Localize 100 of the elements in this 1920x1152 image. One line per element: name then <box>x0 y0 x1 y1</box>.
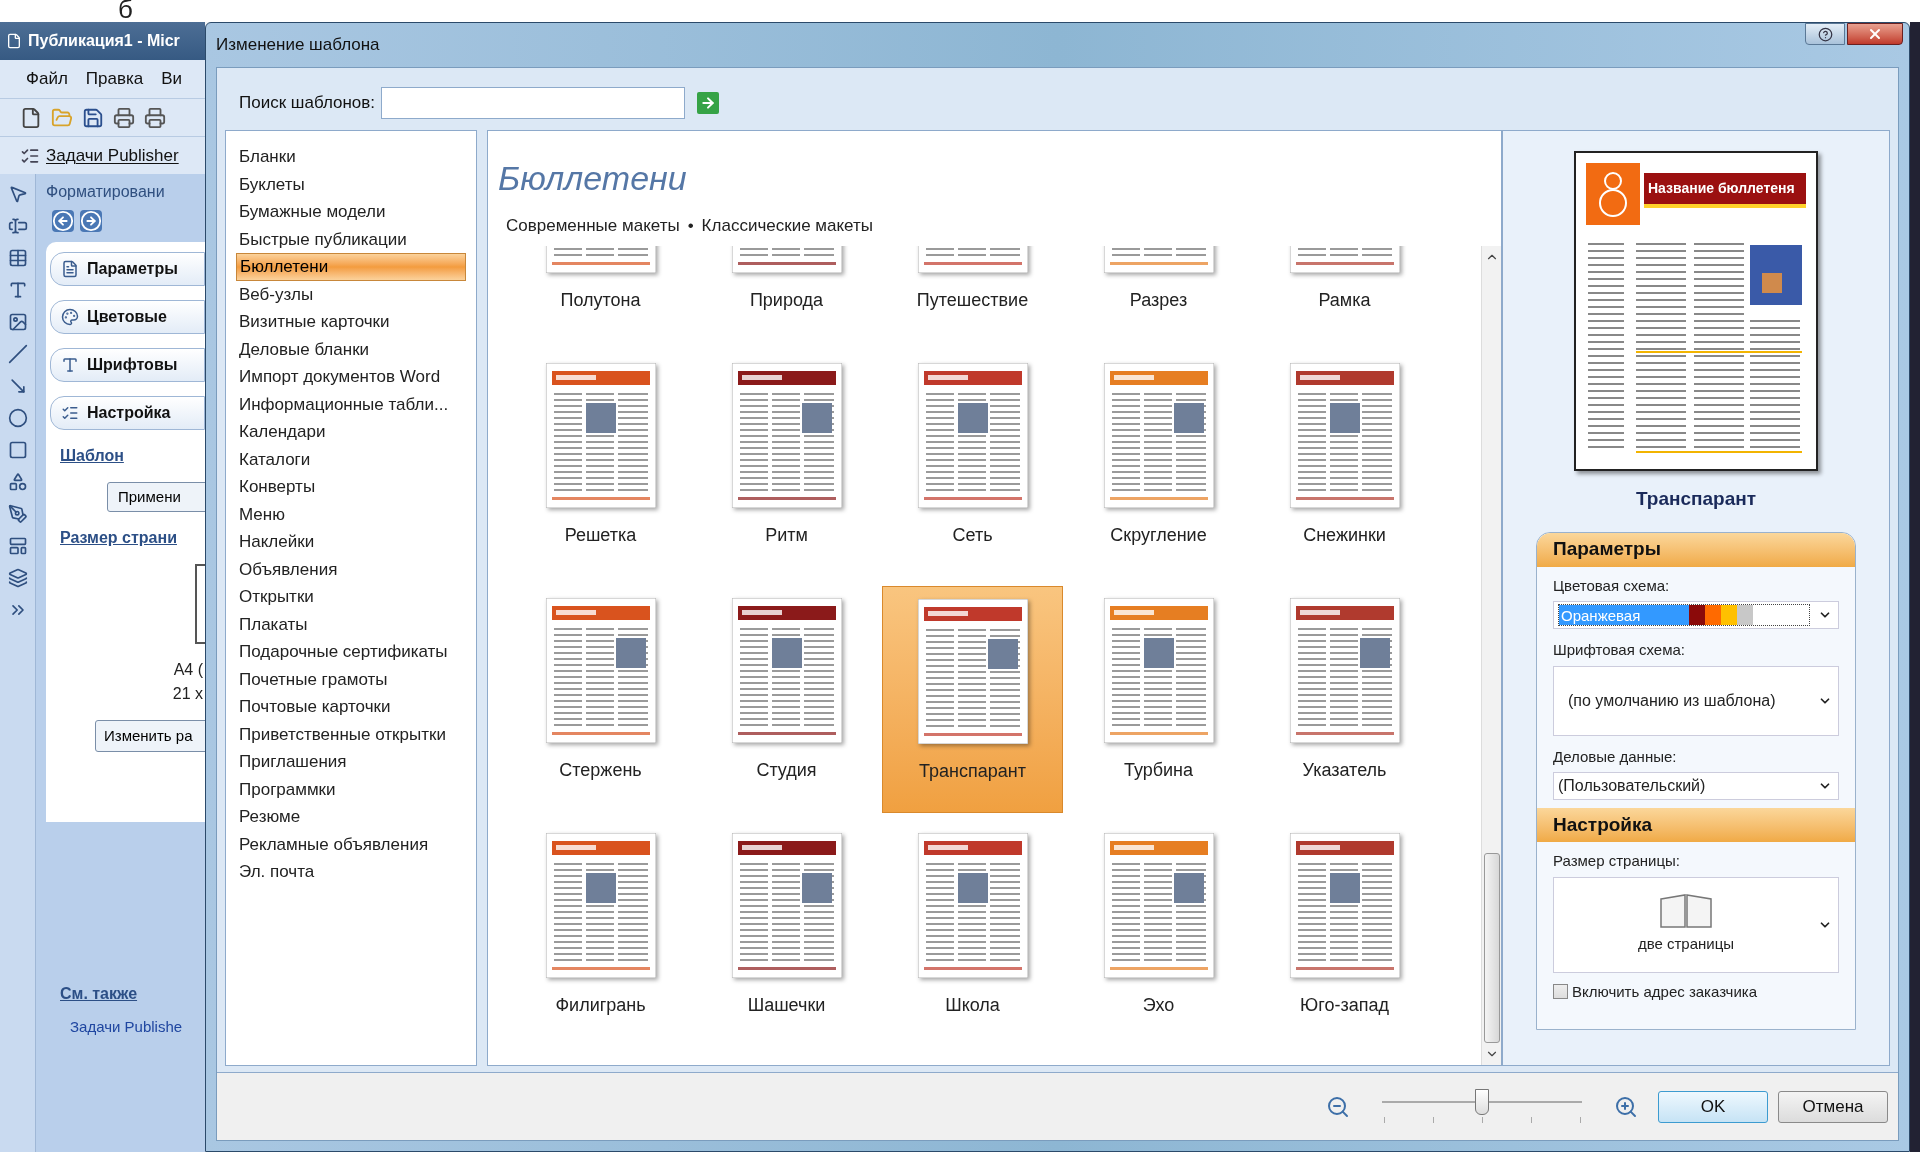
panel-header: Параметры <box>1537 532 1855 567</box>
forward-icon[interactable] <box>80 210 102 232</box>
separator-dot: • <box>687 215 694 237</box>
template-card[interactable]: Скругление <box>1068 351 1249 578</box>
slider-thumb[interactable] <box>1475 1088 1489 1115</box>
zoom-out-icon[interactable] <box>1326 1094 1350 1119</box>
template-card[interactable]: Рамка <box>1254 246 1435 343</box>
menu-item[interactable]: Правка <box>85 66 144 92</box>
search-field[interactable] <box>381 87 686 119</box>
category-item[interactable]: Резюме <box>236 803 466 831</box>
category-item[interactable]: Подарочные сертификаты <box>236 638 466 666</box>
scrollbar-thumb[interactable] <box>1483 853 1500 1043</box>
save-icon[interactable] <box>82 106 104 129</box>
layout-link[interactable]: Классические макеты <box>701 213 873 239</box>
category-item[interactable]: Приветственные открытки <box>236 720 466 748</box>
field-label: Размер страницы: <box>1553 851 1681 871</box>
template-card[interactable]: Полутона <box>510 246 691 343</box>
category-item[interactable]: Приглашения <box>236 748 466 776</box>
category-item[interactable]: Веб-узлы <box>236 280 466 308</box>
template-card[interactable]: Природа <box>696 246 877 343</box>
category-item[interactable]: Бюллетени <box>236 253 466 281</box>
category-item[interactable]: Почетные грамоты <box>236 665 466 693</box>
printer-icon[interactable] <box>113 106 135 129</box>
template-card[interactable]: Турбина <box>1068 586 1249 813</box>
category-item[interactable]: Открытки <box>236 583 466 611</box>
section-heading: Размер страни <box>59 528 178 548</box>
template-card[interactable]: Школа <box>882 821 1063 1048</box>
task-link[interactable]: Задачи Publishe <box>46 1016 205 1039</box>
two-pages-icon <box>1659 893 1713 930</box>
category-item[interactable]: Календари <box>236 418 466 446</box>
apply-button[interactable]: Примени <box>107 482 205 512</box>
template-card[interactable]: Юго-запад <box>1254 821 1435 1048</box>
template-card[interactable]: Транспарант <box>882 586 1063 813</box>
category-item[interactable]: Деловые бланки <box>236 335 466 363</box>
panel-header: Настройка <box>1537 808 1855 842</box>
picture-icon[interactable] <box>7 312 28 332</box>
section-header[interactable]: Параметры <box>50 252 205 286</box>
layers-icon[interactable] <box>7 568 28 588</box>
dialog-button[interactable]: OK <box>1658 1090 1768 1123</box>
table-icon[interactable] <box>7 248 28 268</box>
template-card[interactable]: Студия <box>696 586 877 813</box>
line-icon[interactable] <box>7 344 28 364</box>
category-item[interactable]: Бумажные модели <box>236 198 466 226</box>
shapes-icon[interactable] <box>7 472 28 492</box>
template-card[interactable]: Шашечки <box>696 821 877 1048</box>
business-info-dropdown[interactable]: (Пользовательский) <box>1553 772 1839 800</box>
new-document-icon[interactable] <box>20 106 42 129</box>
category-item[interactable]: Конверты <box>236 473 466 501</box>
search-go-button[interactable] <box>697 92 720 114</box>
change-size-button[interactable]: Изменить ра <box>95 720 205 752</box>
close-button[interactable] <box>1847 23 1903 45</box>
category-item[interactable]: Быстрые публикации <box>236 225 466 253</box>
category-item[interactable]: Буклеты <box>236 170 466 198</box>
page-size-dropdown[interactable]: две страницы <box>1553 876 1839 973</box>
scrollbar[interactable] <box>1481 246 1501 1065</box>
category-item[interactable]: Рекламные объявления <box>236 830 466 858</box>
pointer-icon[interactable] <box>7 184 28 204</box>
category-item[interactable]: Наклейки <box>236 528 466 556</box>
layout-link[interactable]: Современные макеты <box>506 213 680 239</box>
section-header[interactable]: Шрифтовы <box>50 348 205 382</box>
printer-icon[interactable] <box>144 106 166 129</box>
template-card[interactable]: Стержень <box>510 586 691 813</box>
menu-item[interactable]: Файл <box>26 66 68 92</box>
font-scheme-dropdown[interactable]: (по умолчанию из шаблона) <box>1553 665 1839 736</box>
template-card[interactable]: Эхо <box>1068 821 1249 1048</box>
include-address-checkbox[interactable]: Включить адрес заказчика <box>1553 980 1839 1003</box>
template-card[interactable]: Филигрань <box>510 821 691 1048</box>
dialog-button[interactable]: Отмена <box>1778 1090 1888 1123</box>
selected-option: Оранжевая <box>1559 605 1689 625</box>
category-item[interactable]: Почтовые карточки <box>236 693 466 721</box>
category-item[interactable]: Эл. почта <box>236 858 466 886</box>
zoom-in-icon[interactable] <box>1614 1094 1638 1119</box>
category-item[interactable]: Визитные карточки <box>236 308 466 336</box>
template-card[interactable]: Сеть <box>882 351 1063 578</box>
help-button[interactable] <box>1805 23 1845 45</box>
template-card[interactable]: Решетка <box>510 351 691 578</box>
category-item[interactable]: Импорт документов Word <box>236 363 466 391</box>
layout-icon[interactable] <box>7 536 28 556</box>
category-item[interactable]: Информационные табли... <box>236 390 466 418</box>
template-card[interactable]: Разрез <box>1068 246 1249 343</box>
template-card[interactable]: Снежинки <box>1254 351 1435 578</box>
section-header[interactable]: Настройка <box>50 396 205 430</box>
category-item[interactable]: Плакаты <box>236 610 466 638</box>
category-item[interactable]: Бланки <box>236 143 466 171</box>
category-item[interactable]: Программки <box>236 775 466 803</box>
oval-icon[interactable] <box>7 408 28 428</box>
text-box-icon[interactable] <box>7 216 28 236</box>
pen-icon[interactable] <box>7 504 28 524</box>
category-item[interactable]: Каталоги <box>236 445 466 473</box>
template-card[interactable]: Ритм <box>696 351 877 578</box>
rectangle-icon[interactable] <box>7 440 28 460</box>
category-item[interactable]: Объявления <box>236 555 466 583</box>
back-icon[interactable] <box>52 210 74 232</box>
see-also-heading: См. также <box>59 984 139 1004</box>
template-card[interactable]: Путешествие <box>882 246 1063 343</box>
field-label: Шрифтовая схема: <box>1553 640 1686 660</box>
section-header[interactable]: Цветовые <box>50 300 205 334</box>
menu-item[interactable]: Ви <box>161 66 183 92</box>
category-item[interactable]: Меню <box>236 500 466 528</box>
template-card[interactable]: Указатель <box>1254 586 1435 813</box>
